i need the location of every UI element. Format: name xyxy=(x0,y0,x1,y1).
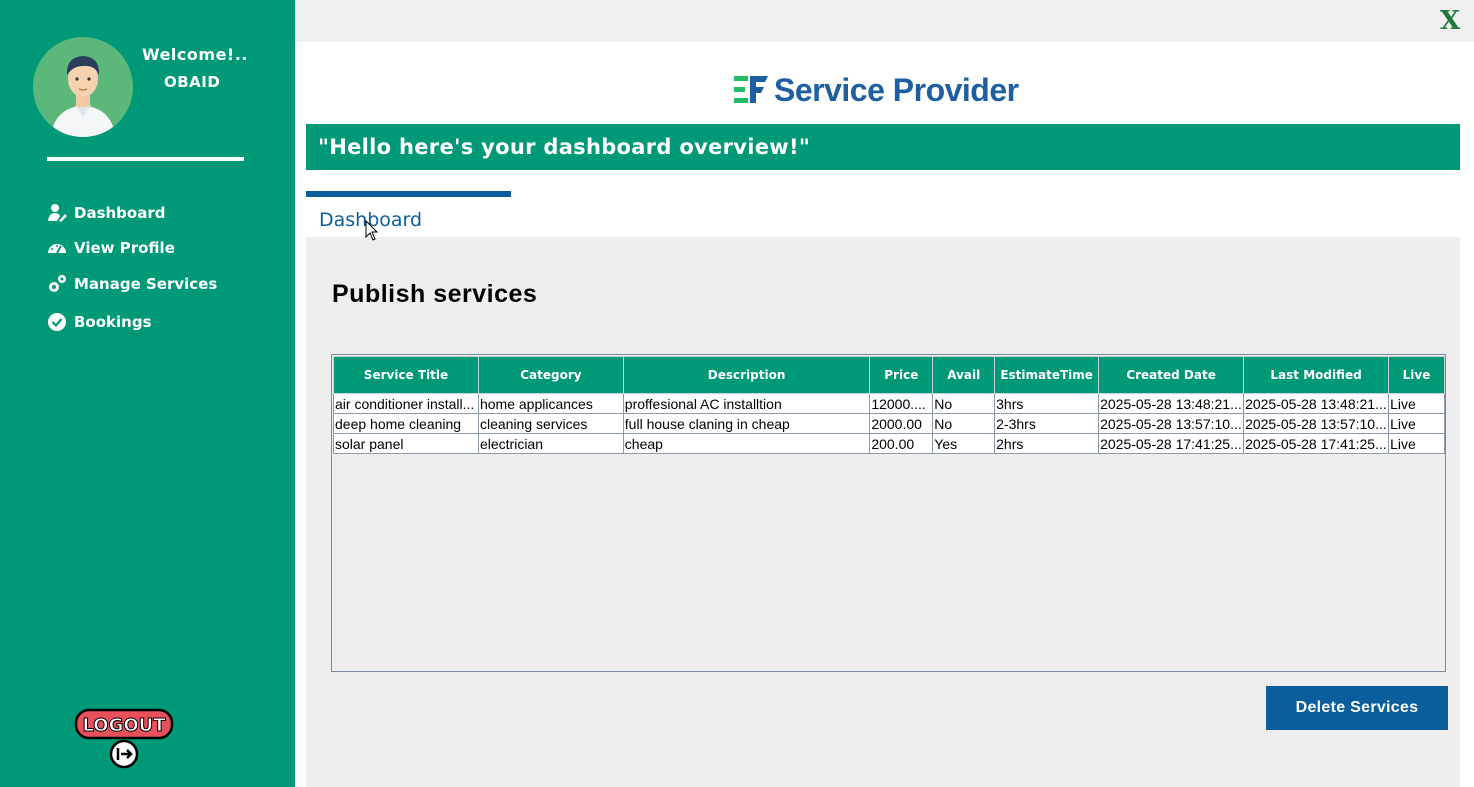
table-cell[interactable]: air conditioner install... xyxy=(333,393,479,414)
gears-icon xyxy=(49,275,66,292)
table-cell[interactable]: 12000.... xyxy=(869,393,934,414)
table-cell[interactable]: 2025-05-28 13:48:21... xyxy=(1098,393,1245,414)
user-edit-icon xyxy=(48,204,67,222)
dashboard-banner: "Hello here's your dashboard overview!" xyxy=(306,124,1460,170)
title-bar xyxy=(295,0,1474,42)
table-cell[interactable]: 2-3hrs xyxy=(994,413,1100,434)
sidebar-item-label: Dashboard xyxy=(74,204,166,222)
table-cell[interactable]: 2025-05-28 17:41:25... xyxy=(1098,433,1245,454)
table-header-row: Service Title Category Description Price… xyxy=(333,356,1445,394)
table-cell[interactable]: 2025-05-28 17:41:25... xyxy=(1243,433,1390,454)
table-cell[interactable]: electrician xyxy=(477,433,624,454)
sidebar-item-dashboard[interactable]: Dashboard xyxy=(47,200,165,226)
check-circle-icon xyxy=(48,313,66,331)
brand-logo: Service Provider xyxy=(734,70,1019,110)
sidebar: Welcome!.. OBAID Dashboard View Profile … xyxy=(0,0,295,787)
table-cell[interactable]: 2hrs xyxy=(994,433,1100,454)
table-cell[interactable]: 200.00 xyxy=(869,433,934,454)
page-title: Publish services xyxy=(332,280,538,308)
welcome-text: Welcome!.. xyxy=(142,45,248,64)
tab-dashboard[interactable]: Dashboard xyxy=(306,191,511,237)
table-cell[interactable]: 2025-05-28 13:48:21... xyxy=(1243,393,1390,414)
username: OBAID xyxy=(164,73,221,91)
user-avatar-icon xyxy=(33,37,133,137)
table-cell[interactable]: Live xyxy=(1388,393,1445,414)
table-cell[interactable]: Live xyxy=(1388,413,1445,434)
table-cell[interactable]: home applicances xyxy=(477,393,624,414)
table-cell[interactable]: 2025-05-28 13:57:10... xyxy=(1243,413,1390,434)
table-cell[interactable]: cleaning services xyxy=(477,413,624,434)
table-cell[interactable]: 2025-05-28 13:57:10... xyxy=(1098,413,1245,434)
table-row[interactable]: solar panel electrician cheap 200.00 Yes… xyxy=(333,433,1445,454)
column-header[interactable]: Avail xyxy=(932,356,996,394)
column-header[interactable]: Service Title xyxy=(333,356,479,394)
table-cell[interactable]: Yes xyxy=(932,433,996,454)
mouse-cursor-icon xyxy=(365,220,379,241)
column-header[interactable]: Price xyxy=(869,356,934,394)
table-cell[interactable]: 3hrs xyxy=(994,393,1100,414)
table-cell[interactable]: No xyxy=(932,413,996,434)
delete-services-button[interactable]: Delete Services xyxy=(1266,686,1448,730)
avatar xyxy=(33,37,133,137)
table-cell[interactable]: cheap xyxy=(622,433,871,454)
column-header[interactable]: Category xyxy=(477,356,624,394)
column-header[interactable]: Created Date xyxy=(1098,356,1245,394)
sidebar-item-manage-services[interactable]: Manage Services xyxy=(47,271,217,297)
column-header[interactable]: Last Modified xyxy=(1243,356,1390,394)
sidebar-item-view-profile[interactable]: View Profile xyxy=(47,235,175,261)
table-cell[interactable]: deep home cleaning xyxy=(333,413,479,434)
logout-button[interactable]: LOGOUT xyxy=(74,708,174,770)
table-cell[interactable]: No xyxy=(932,393,996,414)
sidebar-item-bookings[interactable]: Bookings xyxy=(47,309,152,335)
services-table[interactable]: Service Title Category Description Price… xyxy=(331,354,1446,672)
gauge-icon xyxy=(48,244,66,254)
table-row[interactable]: air conditioner install... home applican… xyxy=(333,393,1445,414)
column-header[interactable]: Live xyxy=(1388,356,1445,394)
table-cell[interactable]: solar panel xyxy=(333,433,479,454)
table-cell[interactable]: full house claning in cheap xyxy=(622,413,871,434)
service-provider-logo-icon xyxy=(734,76,768,103)
table-cell[interactable]: proffesional AC installtion xyxy=(622,393,871,414)
sidebar-item-label: Bookings xyxy=(74,313,152,331)
sidebar-divider xyxy=(47,157,244,161)
column-header[interactable]: Description xyxy=(622,356,871,394)
close-button[interactable]: X xyxy=(1440,6,1460,36)
logout-icon: LOGOUT xyxy=(74,708,174,769)
column-header[interactable]: EstimateTime xyxy=(994,356,1100,394)
table-row[interactable]: deep home cleaning cleaning services ful… xyxy=(333,413,1445,434)
table-cell[interactable]: Live xyxy=(1388,433,1445,454)
sidebar-item-label: Manage Services xyxy=(74,275,218,293)
logout-label: LOGOUT xyxy=(82,715,166,736)
sidebar-item-label: View Profile xyxy=(74,239,175,257)
table-cell[interactable]: 2000.00 xyxy=(869,413,934,434)
logo-text: Service Provider xyxy=(774,71,1019,108)
